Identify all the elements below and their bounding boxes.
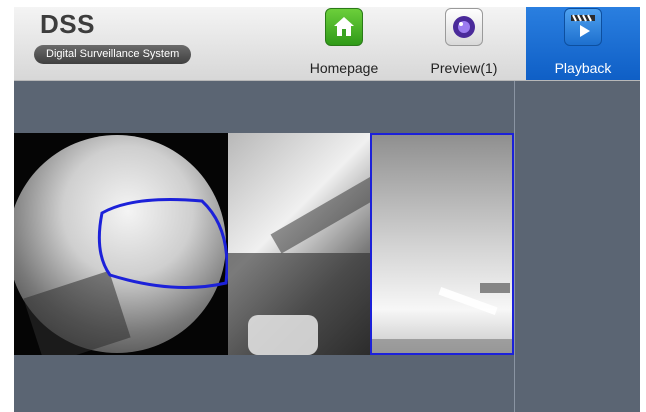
panorama-view-pane[interactable] xyxy=(228,133,370,355)
panorama-ceiling-beam xyxy=(270,174,370,254)
fisheye-view-pane[interactable] xyxy=(14,133,228,355)
brand-title: DSS xyxy=(40,9,95,39)
fisheye-selection-outline[interactable] xyxy=(14,133,228,355)
nav-playback[interactable]: Playback xyxy=(526,7,640,80)
zoom-vent xyxy=(480,283,510,293)
nav-playback-label: Playback xyxy=(554,60,612,76)
zoom-floor-edge xyxy=(372,339,512,353)
top-navigation-bar: DSS Digital Surveillance System Homepage… xyxy=(14,7,640,81)
right-panel-divider xyxy=(514,81,515,412)
nav-preview[interactable]: Preview(1) xyxy=(414,7,514,80)
nav-preview-label: Preview(1) xyxy=(430,60,498,76)
home-icon xyxy=(325,8,363,46)
playback-clapper-icon xyxy=(564,8,602,46)
brand-subtitle: Digital Surveillance System xyxy=(34,45,192,64)
video-playback-area[interactable] xyxy=(14,133,514,355)
dss-app-window: DSS Digital Surveillance System Homepage… xyxy=(14,7,640,412)
selected-zoom-view-pane[interactable] xyxy=(370,133,514,355)
nav-homepage[interactable]: Homepage xyxy=(294,7,394,80)
panorama-equipment xyxy=(248,315,318,355)
nav-homepage-label: Homepage xyxy=(309,60,379,76)
camera-lens-icon xyxy=(445,8,483,46)
